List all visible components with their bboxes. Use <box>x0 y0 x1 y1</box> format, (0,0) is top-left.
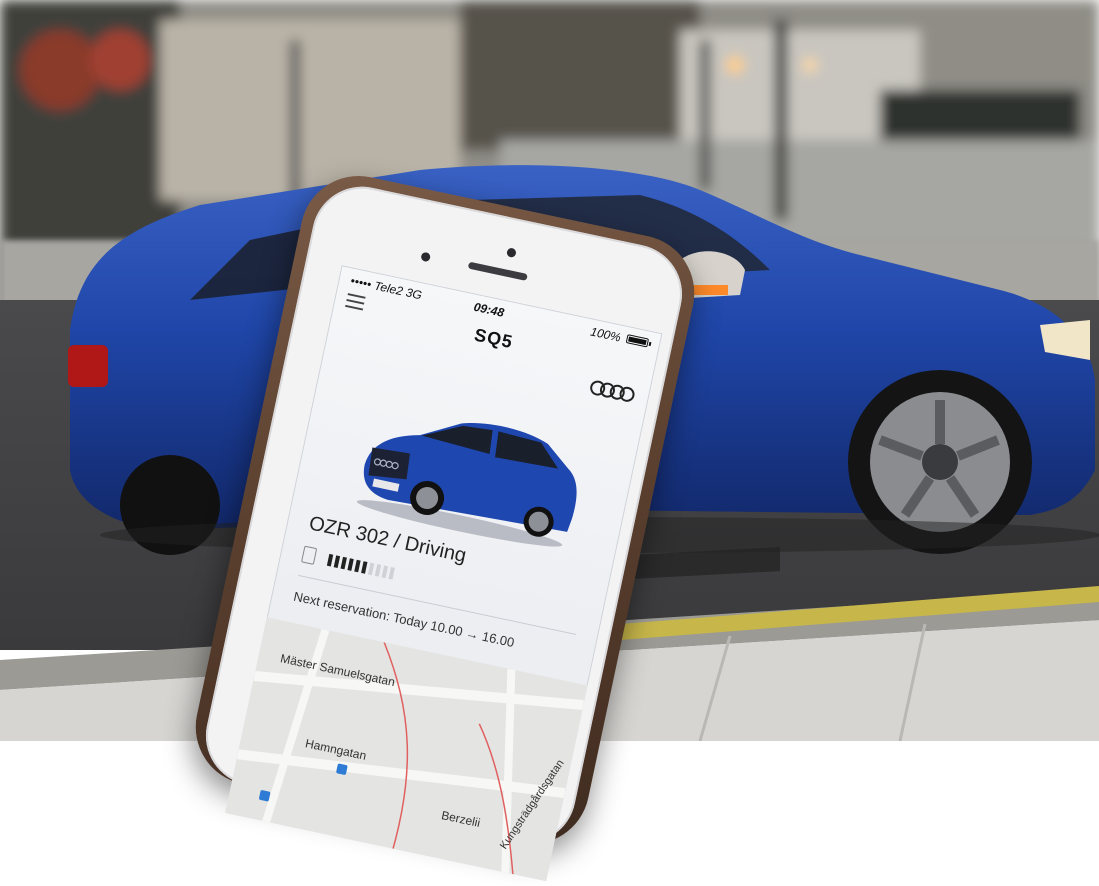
proximity-sensor <box>420 251 432 263</box>
fuel-segment <box>354 559 361 573</box>
battery-full-icon <box>625 334 650 348</box>
fuel-level <box>300 545 395 580</box>
fuel-segment <box>388 567 395 580</box>
fuel-segment <box>361 561 368 574</box>
fuel-segment <box>333 555 341 568</box>
phone-screen: ••••• Tele2 3G 09:48 100% SQ5 OZR 302 / … <box>225 265 663 882</box>
fuel-segment <box>340 556 347 570</box>
audi-four-rings-logo <box>590 380 635 402</box>
fuel-segment <box>347 558 354 571</box>
status-battery-percent: 100% <box>589 324 623 345</box>
status-time: 09:48 <box>472 299 506 320</box>
street-map[interactable]: Mäster Samuelsgatan Hamngatan Kungsträdg… <box>225 617 588 882</box>
earpiece-speaker <box>467 261 528 281</box>
front-camera-icon <box>506 247 517 259</box>
fuel-pump-icon <box>300 545 318 565</box>
fuel-segment <box>326 553 334 567</box>
fuel-segment <box>367 562 375 576</box>
map-roads <box>237 628 584 882</box>
fuel-level-bar <box>326 553 418 584</box>
fuel-segment <box>381 565 389 579</box>
fuel-segment <box>374 564 382 577</box>
